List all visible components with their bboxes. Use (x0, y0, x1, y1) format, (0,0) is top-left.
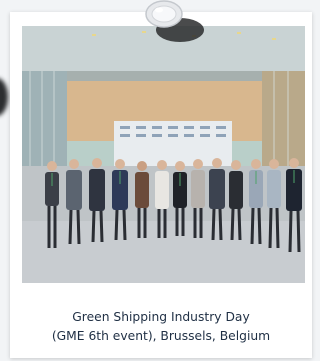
pin-shadow (0, 78, 8, 116)
event-photo (22, 26, 305, 283)
caption-line-1: Green Shipping Industry Day (72, 310, 250, 324)
push-pin-icon (140, 0, 210, 48)
polaroid-card: Green Shipping Industry Day (GME 6th eve… (10, 12, 312, 358)
group-photo-illustration (22, 26, 305, 283)
photo-caption: Green Shipping Industry Day (GME 6th eve… (10, 308, 312, 346)
caption-line-2: (GME 6th event), Brussels, Belgium (51, 329, 271, 343)
